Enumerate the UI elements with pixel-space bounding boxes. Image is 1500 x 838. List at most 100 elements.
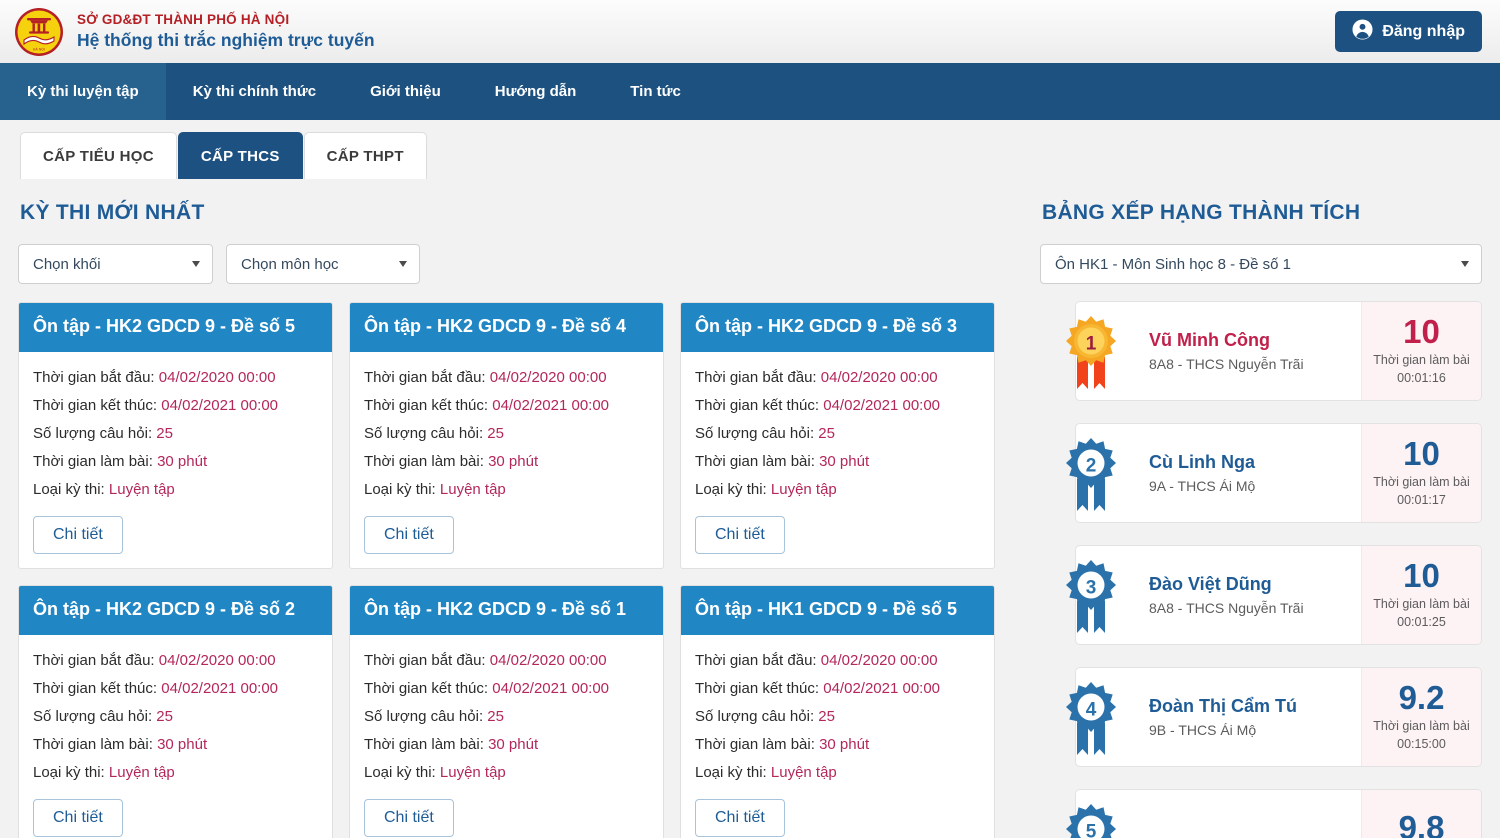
exam-card-title: Ôn tập - HK2 GDCD 9 - Đề số 2: [19, 586, 332, 635]
leaderboard-exam-select[interactable]: Ôn HK1 - Môn Sinh học 8 - Đề số 1: [1040, 244, 1482, 284]
student-name: Đoàn Thị Cẩm Tú: [1149, 693, 1361, 719]
exam-start-time: Thời gian bắt đầu: 04/02/2020 00:00: [33, 647, 318, 675]
tab-cap-tieu-hoc[interactable]: CẤP TIỂU HỌC: [20, 132, 177, 179]
exam-end-value: 04/02/2021 00:00: [823, 680, 940, 697]
tab-cap-thcs[interactable]: CẤP THCS: [178, 132, 303, 179]
exam-card-title: Ôn tập - HK2 GDCD 9 - Đề số 1: [350, 586, 663, 635]
exam-questions-value: 25: [818, 708, 835, 725]
svg-text:2: 2: [1086, 456, 1097, 477]
nav-item-label: Tin tức: [630, 83, 681, 100]
exam-start-label: Thời gian bắt đầu:: [695, 369, 817, 386]
exam-card[interactable]: Ôn tập - HK2 GDCD 9 - Đề số 3 Thời gian b…: [680, 302, 995, 569]
tab-cap-thpt[interactable]: CẤP THPT: [304, 132, 427, 179]
rank-medal-icon: 1: [1052, 313, 1130, 401]
leaderboard-score-panel: 10Thời gian làm bài00:01:16: [1361, 302, 1481, 400]
chevron-down-icon: [399, 261, 407, 267]
leaderboard-card[interactable]: Vũ Minh Công8A8 - THCS Nguyễn Trãi10Thời…: [1075, 301, 1482, 401]
exam-detail-button[interactable]: Chi tiết: [695, 516, 785, 554]
exam-type-value: Luyện tập: [440, 764, 506, 781]
exam-start-label: Thời gian bắt đầu:: [364, 369, 486, 386]
exam-detail-button[interactable]: Chi tiết: [364, 516, 454, 554]
student-score: 10: [1403, 315, 1440, 350]
exam-start-time: Thời gian bắt đầu: 04/02/2020 00:00: [364, 364, 649, 392]
student-time: 00:01:25: [1397, 614, 1446, 632]
exam-card[interactable]: Ôn tập - HK2 GDCD 9 - Đề số 1Thời gian b…: [349, 585, 664, 838]
nav-item-ky-thi-luyen-tap[interactable]: Kỳ thi luyện tập: [0, 63, 166, 120]
exam-start-value: 04/02/2020 00:00: [490, 652, 607, 669]
login-button[interactable]: Đăng nhập: [1335, 11, 1482, 52]
exam-card[interactable]: Ôn tập - HK2 GDCD 9 - Đề số 5Thời gian b…: [18, 302, 333, 569]
login-button-label: Đăng nhập: [1382, 23, 1465, 41]
exam-end-value: 04/02/2021 00:00: [492, 680, 609, 697]
exam-question-count: Số lượng câu hỏi: 25: [364, 420, 649, 448]
svg-text:4: 4: [1086, 700, 1097, 721]
exam-detail-button[interactable]: Chi tiết: [364, 799, 454, 837]
nav-item-huong-dan[interactable]: Hướng dẫn: [468, 63, 604, 120]
score-time-label: Thời gian làm bài: [1373, 718, 1469, 736]
leaderboard-row: 1Vũ Minh Công8A8 - THCS Nguyễn Trãi10Thờ…: [1040, 301, 1482, 401]
student-class-school: 8A8 - THCS Nguyễn Trãi: [1149, 354, 1361, 375]
page-header: HÀ NỘI SỞ GD&ĐT THÀNH PHỐ HÀ NỘI Hệ thốn…: [0, 0, 1500, 63]
exam-questions-label: Số lượng câu hỏi:: [695, 708, 814, 725]
exam-card[interactable]: Ôn tập - HK2 GDCD 9 - Đề số 2 Thời gian b…: [18, 585, 333, 838]
level-tabs: CẤP TIỂU HỌC CẤP THCS CẤP THPT: [0, 120, 1500, 179]
exam-type-label: Loại kỳ thi:: [33, 481, 105, 498]
exam-duration: Thời gian làm bài: 30 phút: [695, 731, 980, 759]
exam-duration: Thời gian làm bài: 30 phút: [364, 731, 649, 759]
svg-text:1: 1: [1086, 334, 1097, 355]
exam-end-time: Thời gian kết thúc: 04/02/2021 00:00: [695, 675, 980, 703]
nav-item-gioi-thieu[interactable]: Giới thiệu: [343, 63, 468, 120]
rank-medal-icon: 5: [1052, 801, 1130, 838]
exam-duration-value: 30 phút: [157, 736, 207, 753]
student-score: 9.8: [1399, 811, 1445, 838]
exam-end-time: Thời gian kết thúc: 04/02/2021 00:00: [33, 675, 318, 703]
exam-duration: Thời gian làm bài: 30 phút: [695, 448, 980, 476]
leaderboard-score-panel: 9.2Thời gian làm bài00:15:00: [1361, 668, 1481, 766]
exam-type-value: Luyện tập: [440, 481, 506, 498]
exam-question-count: Số lượng câu hỏi: 25: [33, 420, 318, 448]
exam-detail-button[interactable]: Chi tiết: [695, 799, 785, 837]
nav-item-ky-thi-chinh-thuc[interactable]: Kỳ thi chính thức: [166, 63, 343, 120]
student-time: 00:01:16: [1397, 370, 1446, 388]
nav-item-label: Kỳ thi luyện tập: [27, 83, 139, 100]
exam-card-title: Ôn tập - HK2 GDCD 9 - Đề số 3: [681, 303, 994, 352]
exam-duration-label: Thời gian làm bài:: [364, 736, 484, 753]
grade-select[interactable]: Chọn khối: [18, 244, 213, 284]
nav-item-tin-tuc[interactable]: Tin tức: [603, 63, 708, 120]
exam-questions-label: Số lượng câu hỏi:: [33, 708, 152, 725]
exam-duration-label: Thời gian làm bài:: [33, 453, 153, 470]
student-name: Vũ Minh Công: [1149, 327, 1361, 353]
leaderboard-row: 4Đoàn Thị Cẩm Tú9B - THCS Ái Mộ9.2Thời g…: [1040, 667, 1482, 767]
exam-duration-label: Thời gian làm bài:: [33, 736, 153, 753]
grade-select-value: Chọn khối: [33, 256, 101, 273]
leaderboard-card[interactable]: Đào Việt Dũng8A8 - THCS Nguyễn Trãi10Thờ…: [1075, 545, 1482, 645]
exam-start-time: Thời gian bắt đầu: 04/02/2020 00:00: [695, 364, 980, 392]
exam-duration: Thời gian làm bài: 30 phút: [33, 448, 318, 476]
exam-detail-button[interactable]: Chi tiết: [33, 516, 123, 554]
exam-detail-button[interactable]: Chi tiết: [33, 799, 123, 837]
leaderboard-card[interactable]: Cù Linh Nga9A - THCS Ái Mộ10Thời gian là…: [1075, 423, 1482, 523]
exam-questions-value: 25: [487, 708, 504, 725]
main-navigation: Kỳ thi luyện tập Kỳ thi chính thức Giới …: [0, 63, 1500, 120]
student-name: Đào Việt Dũng: [1149, 571, 1361, 597]
leaderboard-card[interactable]: 9.8Thời gian làm bài: [1075, 789, 1482, 838]
exam-end-label: Thời gian kết thúc:: [364, 397, 488, 414]
exam-type-label: Loại kỳ thi:: [364, 764, 436, 781]
exam-end-label: Thời gian kết thúc:: [695, 680, 819, 697]
leaderboard-score-panel: 10Thời gian làm bài00:01:25: [1361, 546, 1481, 644]
student-time: 00:01:17: [1397, 492, 1446, 510]
leaderboard-row: 2Cù Linh Nga9A - THCS Ái Mộ10Thời gian l…: [1040, 423, 1482, 523]
exam-question-count: Số lượng câu hỏi: 25: [33, 703, 318, 731]
leaderboard-title: BẢNG XẾP HẠNG THÀNH TÍCH: [1042, 201, 1482, 225]
exam-type-value: Luyện tập: [109, 764, 175, 781]
nav-item-label: Giới thiệu: [370, 83, 441, 100]
exam-duration: Thời gian làm bài: 30 phút: [364, 448, 649, 476]
exam-card-body: Thời gian bắt đầu: 04/02/2020 00:00Thời …: [350, 635, 663, 838]
leaderboard-card[interactable]: Đoàn Thị Cẩm Tú9B - THCS Ái Mộ9.2Thời gi…: [1075, 667, 1482, 767]
exam-card[interactable]: Ôn tập - HK2 GDCD 9 - Đề số 4Thời gian b…: [349, 302, 664, 569]
exam-card-grid: Ôn tập - HK2 GDCD 9 - Đề số 5Thời gian b…: [18, 302, 1020, 838]
exam-type: Loại kỳ thi: Luyện tập: [695, 476, 980, 504]
exam-card[interactable]: Ôn tập - HK1 GDCD 9 - Đề số 5Thời gian b…: [680, 585, 995, 838]
chevron-down-icon: [1461, 261, 1469, 267]
subject-select[interactable]: Chọn môn học: [226, 244, 420, 284]
